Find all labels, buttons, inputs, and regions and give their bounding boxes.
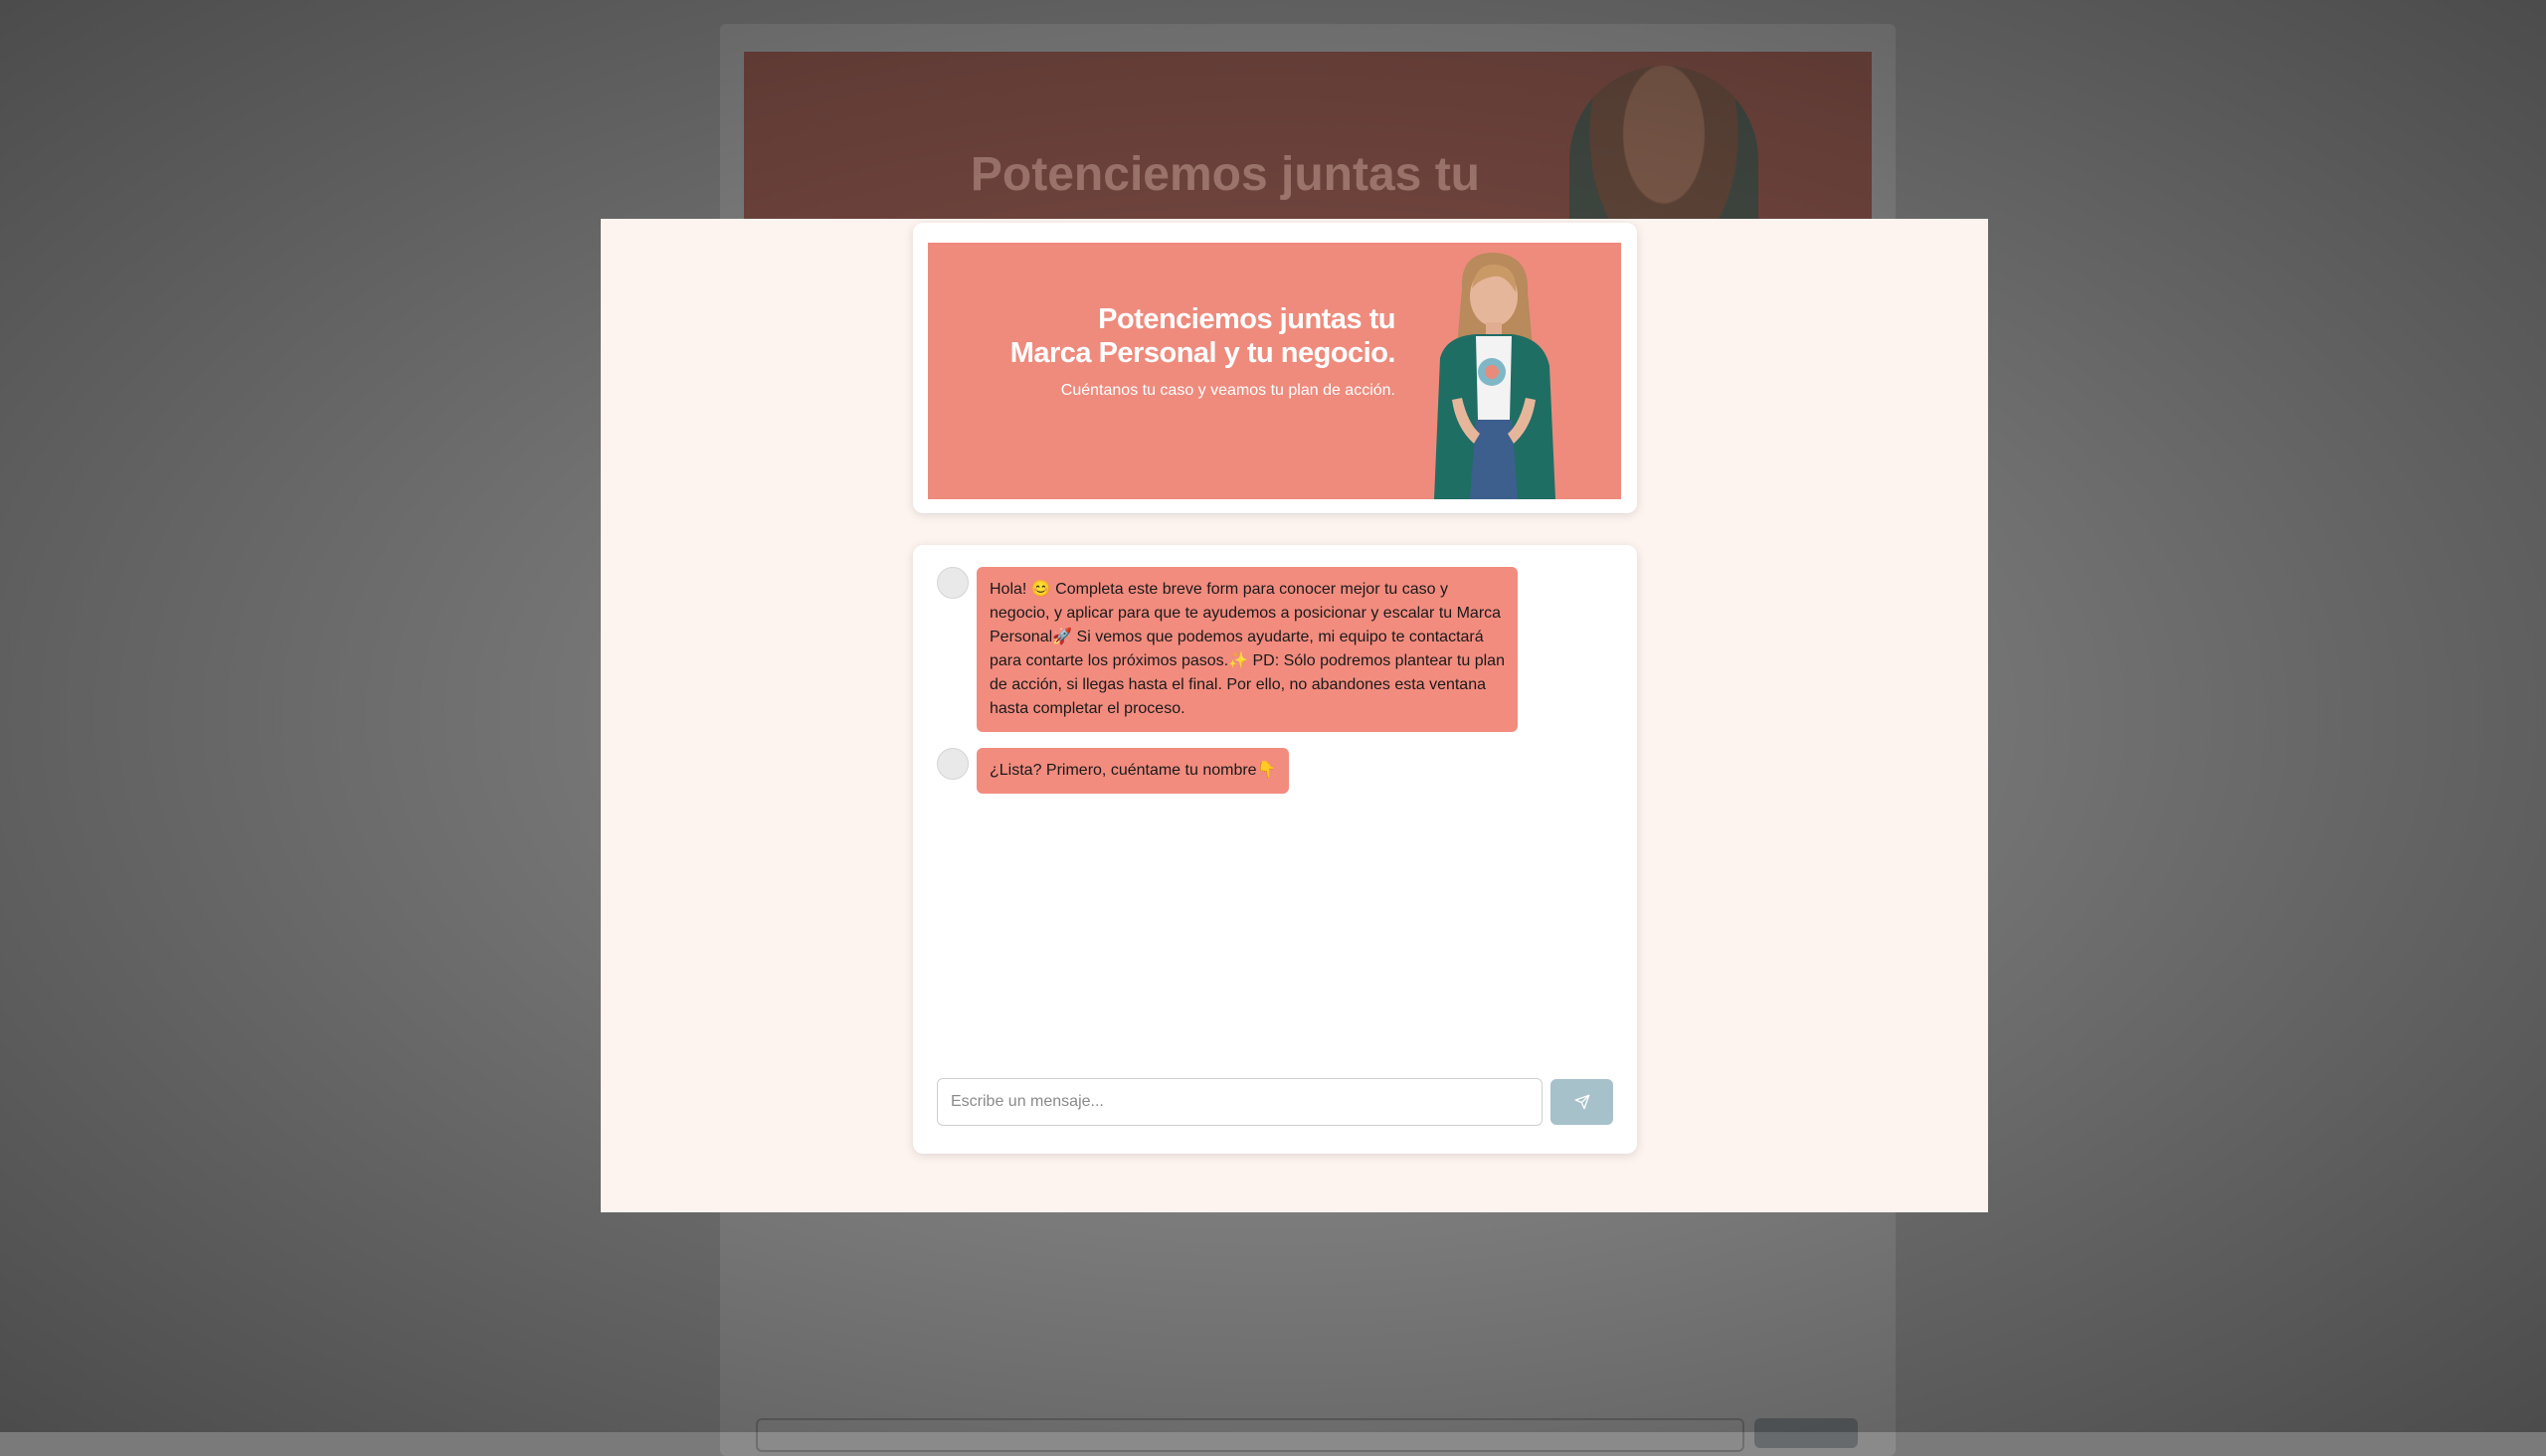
bot-avatar — [937, 567, 969, 599]
send-icon — [1574, 1094, 1589, 1110]
banner-title: Potenciemos juntas tu Marca Personal y t… — [1009, 302, 1396, 370]
message-bubble: Hola! 😊 Completa este breve form para co… — [977, 567, 1518, 732]
send-button[interactable] — [1550, 1079, 1613, 1125]
bot-message: ¿Lista? Primero, cuéntame tu nombre👇 — [937, 748, 1290, 794]
bot-avatar — [937, 748, 969, 780]
message-input[interactable] — [937, 1078, 1543, 1126]
banner-person-image — [1434, 253, 1555, 499]
chat-panel: Hola! 😊 Completa este breve form para co… — [913, 545, 1637, 1154]
banner-card: Potenciemos juntas tu Marca Personal y t… — [913, 223, 1637, 513]
message-composer — [937, 1078, 1613, 1126]
bot-message: Hola! 😊 Completa este breve form para co… — [937, 567, 1518, 732]
banner-title-line-1: Potenciemos juntas tu — [1098, 303, 1395, 335]
promo-banner: Potenciemos juntas tu Marca Personal y t… — [928, 243, 1621, 499]
message-bubble: ¿Lista? Primero, cuéntame tu nombre👇 — [977, 748, 1290, 794]
banner-subtitle: Cuéntanos tu caso y veamos tu plan de ac… — [1060, 382, 1395, 399]
banner-title-line-2: Marca Personal y tu negocio. — [1009, 337, 1396, 369]
chat-modal: Potenciemos juntas tu Marca Personal y t… — [601, 219, 1988, 1212]
